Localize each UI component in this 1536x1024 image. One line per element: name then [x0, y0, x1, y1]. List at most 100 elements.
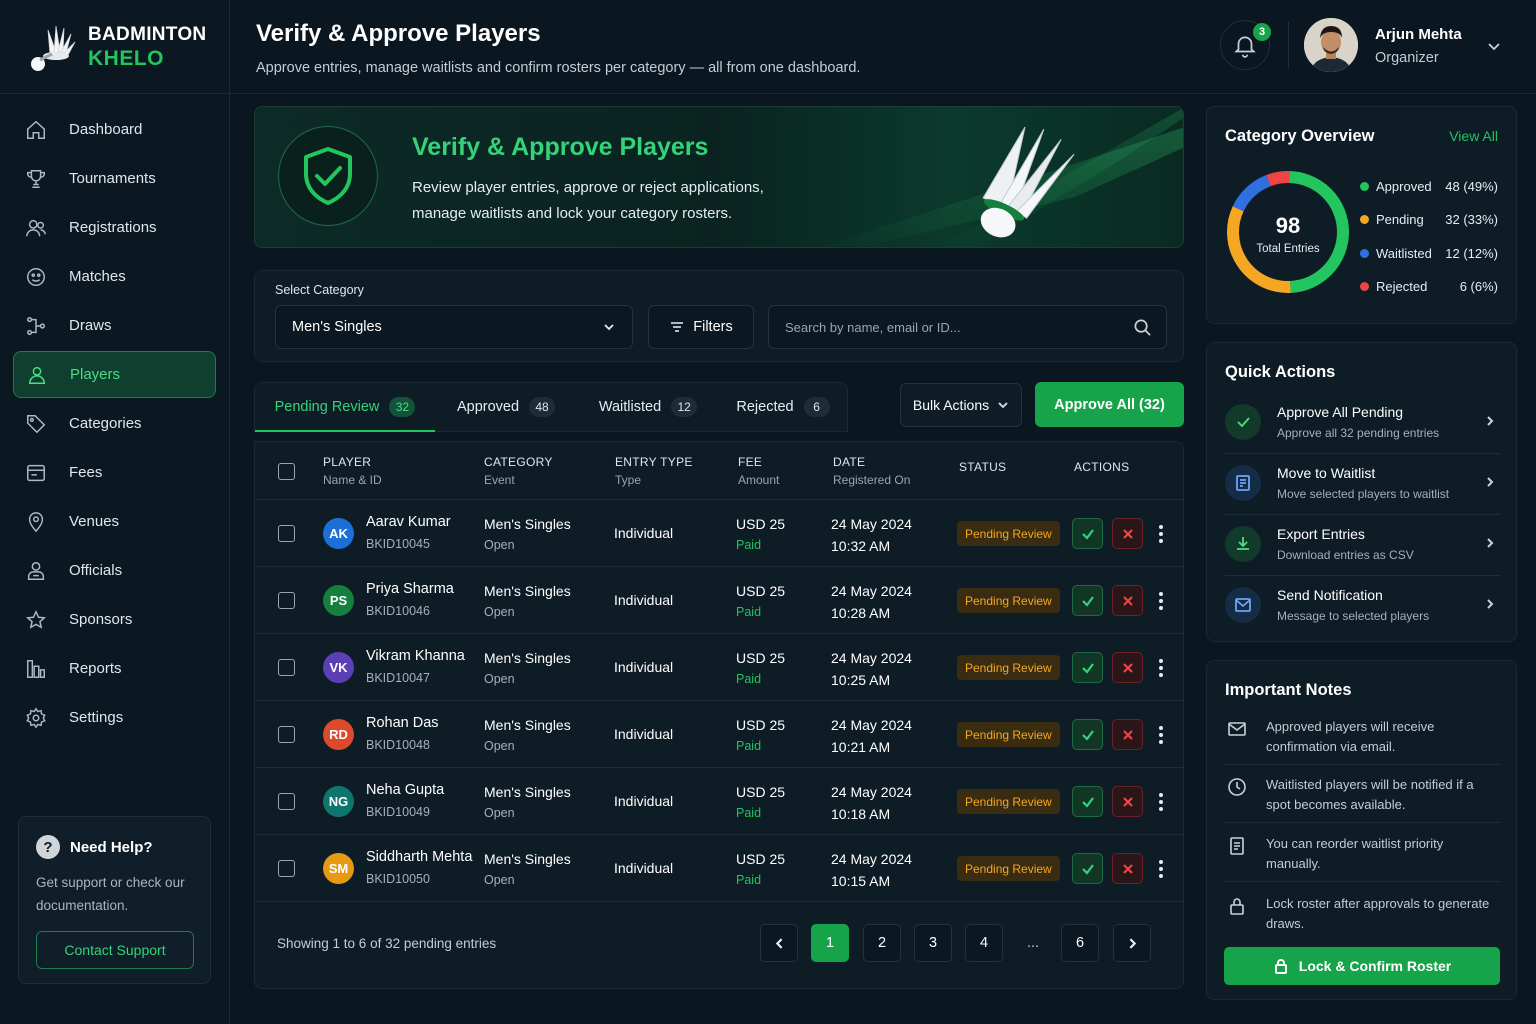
more-options-icon[interactable] [1154, 654, 1168, 682]
sidebar-item-sponsors[interactable]: Sponsors [13, 596, 216, 643]
pagination-prev-button[interactable] [760, 924, 798, 962]
row-checkbox[interactable] [278, 726, 295, 743]
sidebar-item-tournaments[interactable]: Tournaments [13, 155, 216, 202]
more-options-icon[interactable] [1154, 788, 1168, 816]
sidebar-item-settings[interactable]: Settings [13, 694, 216, 741]
table-row[interactable]: AK Aarav Kumar BKID10045 Men's Singles Open I… [255, 500, 1183, 567]
quick-action-approve-all-pending[interactable]: Approve All Pending Approve all 32 pendi… [1225, 393, 1500, 454]
pagination-page-6[interactable]: 6 [1061, 924, 1099, 962]
row-checkbox[interactable] [278, 793, 295, 810]
approve-button[interactable] [1072, 518, 1103, 549]
table-row[interactable]: RD Rohan Das BKID10048 Men's Singles Open Ind… [255, 701, 1183, 768]
payment-status: Paid [736, 672, 762, 686]
table-row[interactable]: NG Neha Gupta BKID10049 Men's Singles Open In… [255, 768, 1183, 835]
check-circle-icon [1225, 404, 1261, 440]
chevron-left-icon [775, 937, 782, 949]
fee-amount: USD 25 [736, 784, 786, 800]
tab-pending-review[interactable]: Pending Review 32 [255, 383, 435, 432]
approve-button[interactable] [1072, 786, 1103, 817]
table-row[interactable]: VK Vikram Khanna BKID10047 Men's Singles Ope… [255, 634, 1183, 701]
sidebar-item-officials[interactable]: Officials [13, 547, 216, 594]
note-text: You can reorder waitlist priority manual… [1266, 836, 1444, 871]
reject-button[interactable] [1112, 585, 1143, 616]
player-id: BKID10045 [366, 537, 430, 551]
legend-label: Waitlisted [1376, 246, 1432, 261]
legend-value: 32 (33%) [1445, 212, 1498, 227]
sidebar-item-draws[interactable]: Draws [13, 302, 216, 349]
more-options-icon[interactable] [1154, 587, 1168, 615]
quick-action-send-notification[interactable]: Send Notification Message to selected pl… [1225, 576, 1500, 637]
more-options-icon[interactable] [1154, 721, 1168, 749]
reject-button[interactable] [1112, 652, 1143, 683]
chevron-right-icon [1129, 937, 1136, 949]
sidebar-item-players[interactable]: Players [13, 351, 216, 398]
pagination-page-3[interactable]: 3 [914, 924, 952, 962]
chevron-down-icon[interactable] [1486, 38, 1502, 54]
avatar[interactable] [1304, 18, 1358, 72]
view-all-link[interactable]: View All [1449, 128, 1498, 144]
sidebar-item-registrations[interactable]: Registrations [13, 204, 216, 251]
quick-action-export-entries[interactable]: Export Entries Download entries as CSV [1225, 515, 1500, 576]
approve-button[interactable] [1072, 719, 1103, 750]
legend-item: Approved [1360, 179, 1432, 194]
reject-button[interactable] [1112, 853, 1143, 884]
pagination-page-4[interactable]: 4 [965, 924, 1003, 962]
search-input[interactable] [769, 306, 1129, 348]
tab-waitlisted[interactable]: Waitlisted 12 [577, 383, 719, 431]
legend-value: 12 (12%) [1445, 246, 1498, 261]
reject-button[interactable] [1112, 518, 1143, 549]
registered-date: 24 May 2024 [831, 717, 912, 733]
category-select[interactable]: Men's Singles [275, 305, 633, 349]
registered-date: 24 May 2024 [831, 650, 912, 666]
sidebar-item-reports[interactable]: Reports [13, 645, 216, 692]
table-row[interactable]: SM Siddharth Mehta BKID10050 Men's Singles O… [255, 835, 1183, 902]
row-checkbox[interactable] [278, 592, 295, 609]
row-checkbox[interactable] [278, 659, 295, 676]
important-notes-title: Important Notes [1225, 681, 1352, 699]
sidebar-item-label: Categories [69, 415, 142, 432]
sidebar-item-dashboard[interactable]: Dashboard [13, 106, 216, 153]
player-id: BKID10050 [366, 872, 430, 886]
brand[interactable]: BADMINTON KHELO [0, 0, 229, 94]
user-photo [1304, 18, 1358, 72]
pagination-next-button[interactable] [1113, 924, 1151, 962]
entry-type: Individual [614, 659, 674, 675]
approve-button[interactable] [1072, 585, 1103, 616]
tab-approved[interactable]: Approved 48 [435, 383, 577, 431]
player-avatar: SM [323, 853, 354, 884]
registered-date: 24 May 2024 [831, 516, 912, 532]
pagination-page-2[interactable]: 2 [863, 924, 901, 962]
star-icon [24, 608, 48, 632]
notifications-button[interactable]: 3 [1220, 20, 1271, 70]
lock-confirm-roster-button[interactable]: Lock & Confirm Roster [1224, 947, 1500, 985]
sidebar-item-categories[interactable]: Categories [13, 400, 216, 447]
reject-button[interactable] [1112, 719, 1143, 750]
more-options-icon[interactable] [1154, 855, 1168, 883]
column-header-player: PLAYER Name & ID [323, 455, 382, 487]
contact-support-button[interactable]: Contact Support [36, 931, 194, 969]
search-icon[interactable] [1133, 318, 1152, 337]
sidebar-item-fees[interactable]: Fees [13, 449, 216, 496]
tab-count-badge: 6 [803, 397, 830, 417]
row-checkbox[interactable] [278, 860, 295, 877]
approve-button[interactable] [1072, 652, 1103, 683]
approve-all-button[interactable]: Approve All (32) [1035, 382, 1184, 427]
quick-action-move-to-waitlist[interactable]: Move to Waitlist Move selected players t… [1225, 454, 1500, 515]
location-icon [24, 510, 48, 534]
approve-button[interactable] [1072, 853, 1103, 884]
tab-rejected[interactable]: Rejected 6 [719, 383, 847, 431]
bulk-actions-button[interactable]: Bulk Actions [900, 383, 1022, 427]
select-all-checkbox[interactable] [278, 463, 295, 480]
column-header-actions: ACTIONS [1074, 460, 1130, 474]
check-icon [1081, 595, 1094, 607]
reject-button[interactable] [1112, 786, 1143, 817]
more-options-icon[interactable] [1154, 520, 1168, 548]
row-checkbox[interactable] [278, 525, 295, 542]
filters-button[interactable]: Filters [648, 305, 754, 349]
table-row[interactable]: PS Priya Sharma BKID10046 Men's Singles Open… [255, 567, 1183, 634]
tab-label: Waitlisted [598, 399, 662, 415]
sidebar-item-matches[interactable]: Matches [13, 253, 216, 300]
quick-action-subtitle: Approve all 32 pending entries [1277, 426, 1440, 440]
pagination-page-1[interactable]: 1 [811, 924, 849, 962]
sidebar-item-venues[interactable]: Venues [13, 498, 216, 545]
